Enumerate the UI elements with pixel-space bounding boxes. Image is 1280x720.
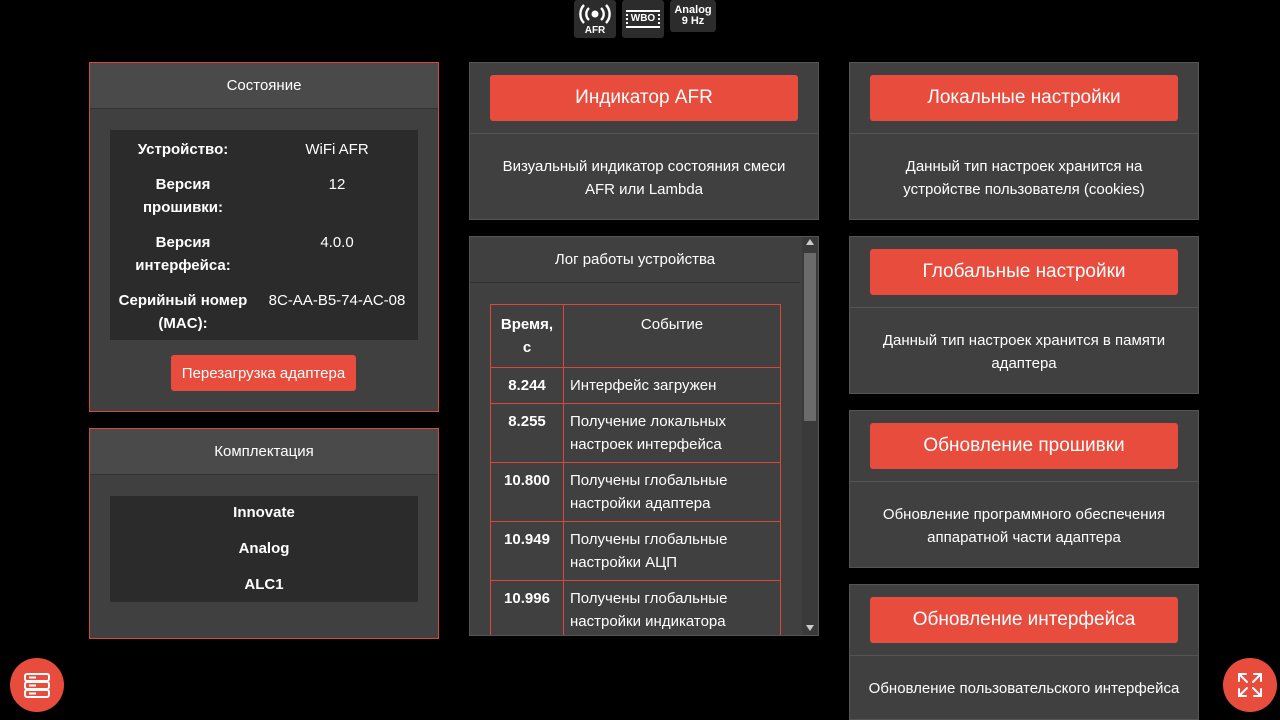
- local-settings-button[interactable]: Локальные настройки: [870, 75, 1178, 121]
- log-time: 8.255: [490, 403, 564, 463]
- kit-item: Analog: [238, 540, 290, 557]
- global-settings-desc: Данный тип настроек хранится в памяти ад…: [882, 332, 1166, 372]
- status-key: Версия интерфейса:: [135, 234, 231, 274]
- firmware-update-desc: Обновление программного обеспечения аппа…: [882, 506, 1166, 546]
- log-event: Получение локальных настроек интерфейса: [563, 403, 781, 463]
- status-row-interface: Версия интерфейса: 4.0.0: [110, 231, 418, 277]
- fullscreen-button[interactable]: [1223, 658, 1277, 712]
- firmware-update-card: Обновление прошивки Обновление программн…: [849, 410, 1199, 568]
- afr-wifi-indicator: AFR: [574, 0, 616, 38]
- log-time: 10.949: [490, 521, 564, 581]
- card-divider: [850, 655, 1198, 656]
- log-event: Интерфейс загружен: [563, 367, 781, 404]
- top-status-bar: AFR WBO Analog 9 Hz: [574, 0, 716, 38]
- status-value: 4.0.0: [320, 234, 354, 251]
- scroll-thumb[interactable]: [804, 253, 816, 421]
- table-row: 10.949 Получены глобальные настройки АЦП: [490, 521, 781, 581]
- table-row: 8.244 Интерфейс загружен: [490, 367, 781, 404]
- table-row: 10.996 Получены глобальные настройки инд…: [490, 580, 781, 635]
- afr-indicator-card: Индикатор AFR Визуальный индикатор состо…: [469, 62, 819, 220]
- kit-item: Innovate: [233, 504, 295, 521]
- status-title: Состояние: [90, 63, 438, 109]
- kit-list: Innovate Analog ALC1: [110, 496, 418, 602]
- status-key: Версия прошивки:: [142, 176, 224, 216]
- local-settings-desc: Данный тип настроек хранится на устройст…: [903, 158, 1145, 198]
- log-title: Лог работы устройства: [470, 237, 800, 283]
- server-menu-button[interactable]: [10, 658, 64, 712]
- kit-panel: Комплектация Innovate Analog ALC1: [89, 428, 439, 639]
- status-row-serial: Серийный номер (MAC): 8C-AA-B5-74-AC-08: [110, 289, 418, 335]
- scroll-up-arrow-icon[interactable]: [806, 239, 814, 245]
- card-divider: [850, 133, 1198, 134]
- interface-update-desc: Обновление пользовательского интерфейса: [868, 680, 1180, 697]
- log-event: Получены глобальные настройки адаптера: [563, 462, 781, 522]
- card-divider: [850, 307, 1198, 308]
- analog-indicator: Analog 9 Hz: [670, 0, 716, 32]
- log-scrollbar[interactable]: [802, 237, 818, 635]
- afr-label: AFR: [584, 25, 606, 36]
- status-key: Серийный номер (MAC):: [118, 292, 248, 332]
- status-row-device: Устройство: WiFi AFR: [110, 138, 418, 161]
- local-settings-card: Локальные настройки Данный тип настроек …: [849, 62, 1199, 220]
- log-time: 10.996: [490, 580, 564, 635]
- log-col-time: Время, с: [490, 304, 564, 368]
- log-event: Получены глобальные настройки АЦП: [563, 521, 781, 581]
- fullscreen-icon: [1238, 673, 1262, 697]
- wbo-chip-icon: WBO: [625, 10, 661, 28]
- log-event: Получены глобальные настройки индикатора: [563, 580, 781, 635]
- global-settings-button[interactable]: Глобальные настройки: [870, 249, 1178, 295]
- card-divider: [470, 133, 818, 134]
- status-row-firmware: Версия прошивки: 12: [110, 173, 418, 219]
- log-col-event: Событие: [563, 304, 781, 368]
- kit-title: Комплектация: [90, 429, 438, 475]
- table-row: 8.255 Получение локальных настроек интер…: [490, 403, 781, 463]
- status-value: WiFi AFR: [305, 141, 369, 158]
- log-table: Время, с Событие 8.244 Интерфейс загруже…: [490, 304, 781, 635]
- analog-frequency: 9 Hz: [681, 15, 705, 27]
- status-panel: Состояние Устройство: WiFi AFR Версия пр…: [89, 62, 439, 412]
- server-icon: [24, 673, 50, 698]
- log-header-row: Время, с Событие: [490, 304, 781, 368]
- afr-indicator-button[interactable]: Индикатор AFR: [490, 75, 798, 121]
- status-value: 8C-AA-B5-74-AC-08: [268, 292, 406, 309]
- reboot-adapter-button[interactable]: Перезагрузка адаптера: [171, 355, 356, 391]
- scroll-down-arrow-icon[interactable]: [806, 625, 814, 631]
- log-time: 8.244: [490, 367, 564, 404]
- firmware-update-button[interactable]: Обновление прошивки: [870, 423, 1178, 469]
- interface-update-card: Обновление интерфейса Обновление пользов…: [849, 584, 1199, 720]
- status-key: Устройство:: [137, 141, 229, 158]
- wbo-indicator: WBO: [622, 0, 664, 38]
- interface-update-button[interactable]: Обновление интерфейса: [870, 597, 1178, 643]
- log-time: 10.800: [490, 462, 564, 522]
- wifi-broadcast-icon: [579, 4, 611, 24]
- status-value: 12: [328, 176, 346, 193]
- table-row: 10.800 Получены глобальные настройки ада…: [490, 462, 781, 522]
- afr-indicator-desc: Визуальный индикатор состояния смеси AFR…: [502, 158, 786, 198]
- status-table: Устройство: WiFi AFR Версия прошивки: 12…: [110, 130, 418, 340]
- log-panel: Лог работы устройства Время, с Событие 8…: [469, 236, 819, 636]
- global-settings-card: Глобальные настройки Данный тип настроек…: [849, 236, 1199, 394]
- kit-item: ALC1: [244, 576, 284, 593]
- card-divider: [850, 481, 1198, 482]
